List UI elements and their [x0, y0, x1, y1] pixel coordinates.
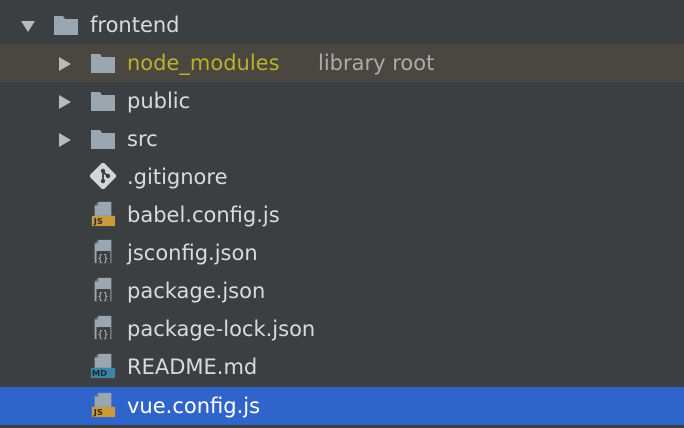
folder-icon [91, 54, 115, 73]
tree-item-label: babel.config.js [127, 203, 280, 227]
js-file-icon: JS [91, 201, 116, 226]
tree-item-frontend[interactable]: frontend [0, 6, 684, 44]
tree-item-vue-config[interactable]: JS vue.config.js [0, 387, 684, 425]
chevron-right-icon[interactable] [55, 130, 75, 150]
js-file-icon: JS [91, 392, 116, 417]
tree-item-label: package-lock.json [127, 317, 316, 341]
svg-text:{}: {} [97, 253, 108, 264]
tree-item-label: src [127, 127, 158, 151]
tree-item-label: .gitignore [127, 165, 228, 189]
svg-text:JS: JS [93, 407, 103, 417]
project-tree: frontend node_modules library root publi… [0, 0, 684, 428]
tree-item-babel-config[interactable]: JS babel.config.js [0, 196, 684, 234]
tree-item-gitignore[interactable]: .gitignore [0, 158, 684, 196]
tree-item-label: README.md [127, 355, 258, 379]
tree-item-package-lock[interactable]: {} package-lock.json [0, 310, 684, 348]
tree-item-label: frontend [90, 13, 180, 37]
chevron-down-icon[interactable] [18, 16, 38, 36]
svg-text:{}: {} [97, 329, 108, 340]
folder-icon [54, 16, 78, 35]
folder-icon [91, 130, 115, 149]
chevron-right-icon[interactable] [55, 54, 75, 74]
json-file-icon: {} [94, 315, 112, 340]
tree-item-node-modules[interactable]: node_modules library root [0, 44, 684, 82]
json-file-icon: {} [94, 239, 112, 264]
svg-text:JS: JS [93, 216, 103, 226]
chevron-right-icon[interactable] [55, 92, 75, 112]
tree-item-jsconfig[interactable]: {} jsconfig.json [0, 234, 684, 272]
tree-item-label: node_modules [127, 51, 280, 75]
markdown-file-icon: MD [90, 353, 116, 378]
tree-item-package-json[interactable]: {} package.json [0, 272, 684, 310]
tree-item-label: public [127, 89, 191, 113]
json-file-icon: {} [94, 277, 112, 302]
tree-item-label: package.json [127, 279, 266, 303]
tree-item-public[interactable]: public [0, 82, 684, 120]
folder-icon [91, 92, 115, 111]
library-root-hint: library root [318, 51, 435, 75]
git-file-icon [90, 163, 116, 189]
tree-item-readme[interactable]: MD README.md [0, 348, 684, 386]
svg-text:MD: MD [92, 368, 107, 378]
tree-item-label: vue.config.js [127, 394, 261, 418]
tree-item-label: jsconfig.json [127, 241, 258, 265]
tree-item-src[interactable]: src [0, 120, 684, 158]
svg-text:{}: {} [97, 291, 108, 302]
